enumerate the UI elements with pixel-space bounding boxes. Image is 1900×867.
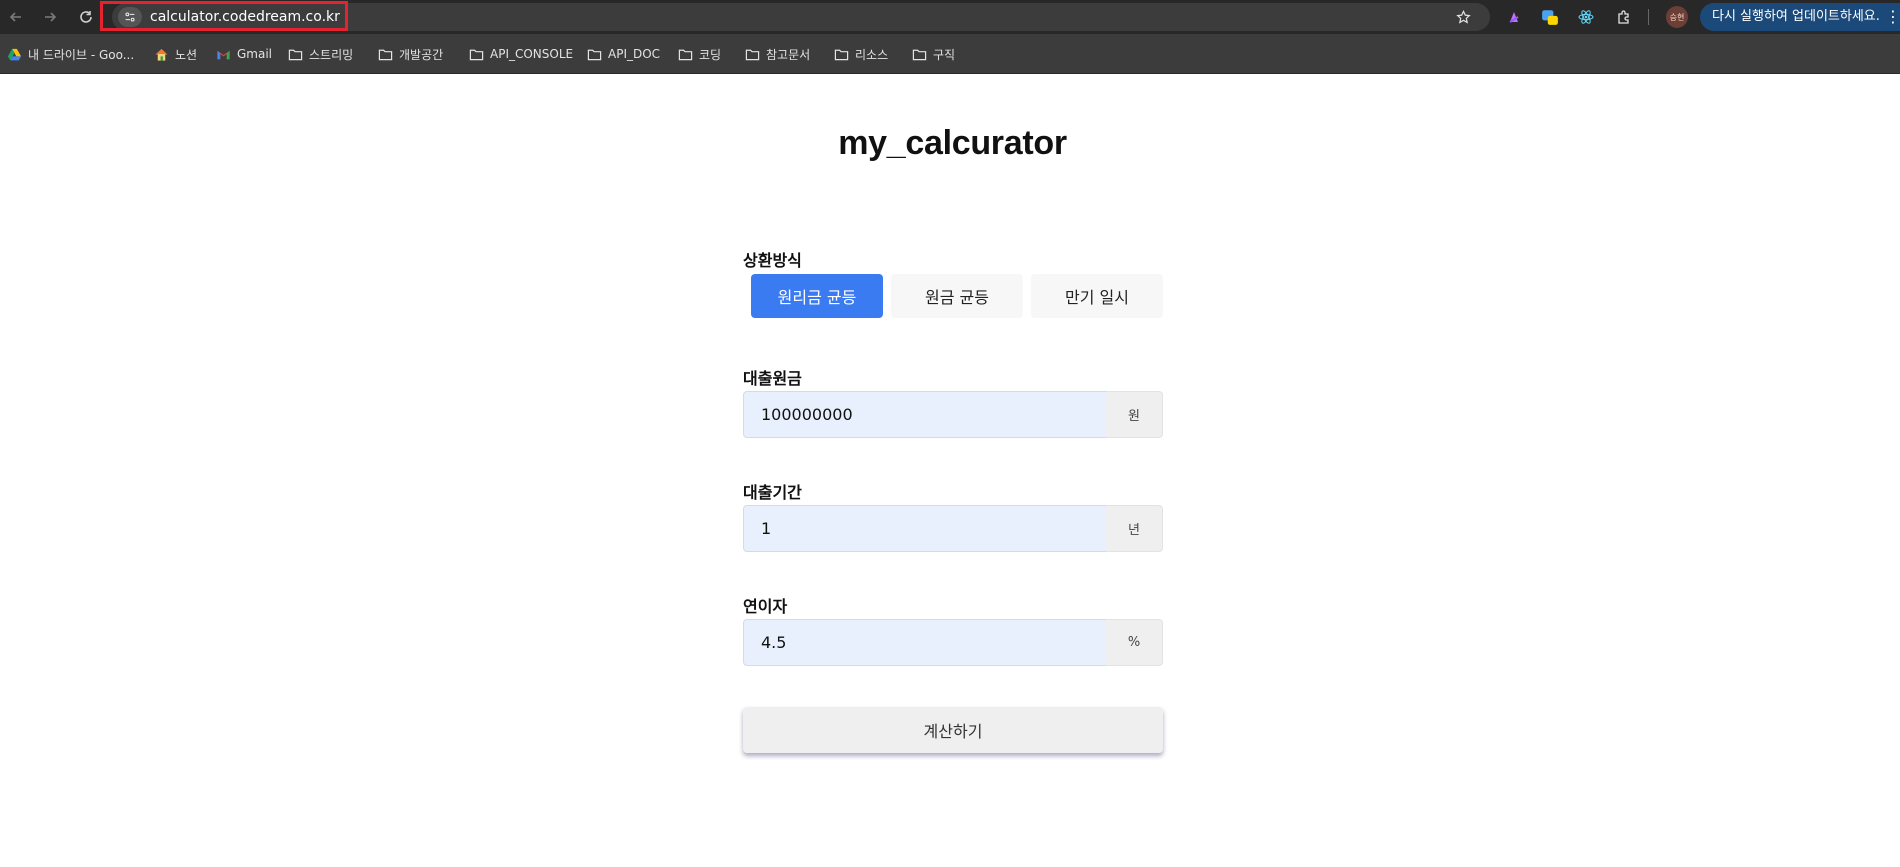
gmail-icon [215,46,231,62]
extension-react-icon[interactable] [1576,7,1596,27]
browser-toolbar: calculator.codedream.co.kr 승현 다시 실행하여 업데… [0,0,1900,34]
bookmark-folder-references[interactable]: 참고문서 [744,44,810,64]
principal-unit: 원 [1106,391,1163,438]
bookmark-folder-api-console[interactable]: API_CONSOLE [468,44,573,64]
profile-avatar[interactable]: 승현 [1666,6,1688,28]
bookmark-label: Gmail [237,47,273,61]
back-icon[interactable] [4,5,28,29]
folder-icon [586,46,602,62]
bookmark-label: 참고문서 [766,47,811,62]
bookmark-label: API_CONSOLE [490,47,574,61]
interest-input[interactable] [743,619,1107,666]
menu-kebab-icon[interactable]: ⋮ [1885,7,1900,27]
bookmark-folder-streaming[interactable]: 스트리밍 [287,44,353,64]
bookmark-label: 노션 [175,47,198,62]
bookmark-folder-resources[interactable]: 리소스 [833,44,888,64]
repayment-label: 상환방식 [743,251,802,270]
extensions-puzzle-icon[interactable] [1614,7,1634,27]
interest-field: % [743,619,1163,666]
bookmark-folder-coding[interactable]: 코딩 [677,44,721,64]
repayment-option-equal-payment[interactable]: 원리금 균등 [751,274,883,318]
bookmark-label: API_DOC [608,47,661,61]
bookmark-label: 리소스 [855,47,889,62]
url-highlight-box [100,1,348,31]
period-label: 대출기간 [743,483,802,502]
forward-icon[interactable] [38,5,62,29]
bookmark-folder-dev[interactable]: 개발공간 [377,44,443,64]
interest-label: 연이자 [743,597,788,616]
folder-icon [833,46,849,62]
update-label: 다시 실행하여 업데이트하세요. [1712,9,1880,24]
bookmark-label: 스트리밍 [309,47,354,62]
principal-input[interactable] [743,391,1107,438]
toolbar-divider [1648,9,1649,25]
page-title: my_calcurator [838,124,1067,162]
repayment-option-equal-principal[interactable]: 원금 균등 [891,274,1023,318]
extension-translate-icon[interactable] [1540,7,1560,27]
avatar-text: 승현 [1669,12,1685,22]
google-drive-icon [6,46,22,62]
folder-icon [744,46,760,62]
folder-icon [468,46,484,62]
period-unit: 년 [1106,505,1163,552]
bookmark-label: 내 드라이브 - Goo... [28,47,135,62]
extension-ai-icon[interactable] [1504,7,1524,27]
repayment-option-bullet[interactable]: 만기 일시 [1031,274,1163,318]
reload-icon[interactable] [74,5,98,29]
folder-icon [377,46,393,62]
notion-house-icon [153,46,169,62]
interest-unit: % [1106,619,1163,666]
update-button[interactable]: 다시 실행하여 업데이트하세요. [1700,3,1900,31]
period-input[interactable] [743,505,1107,552]
principal-field: 원 [743,391,1163,438]
bookmark-notion[interactable]: 노션 [153,44,197,64]
folder-icon [911,46,927,62]
bookmark-folder-api-doc[interactable]: API_DOC [586,44,660,64]
bookmark-gmail[interactable]: Gmail [215,44,272,64]
bookmark-label: 코딩 [699,47,722,62]
bookmark-label: 구직 [933,47,956,62]
bookmark-star-icon[interactable] [1452,6,1474,28]
bookmarks-bar: 내 드라이브 - Goo... 노션 Gmail 스트리밍 개발공간 API_C… [0,34,1900,74]
folder-icon [677,46,693,62]
bookmark-folder-jobs[interactable]: 구직 [911,44,955,64]
calculate-button[interactable]: 계산하기 [743,707,1163,753]
bookmark-label: 개발공간 [399,47,444,62]
folder-icon [287,46,303,62]
principal-label: 대출원금 [743,369,802,388]
bookmark-google-drive[interactable]: 내 드라이브 - Goo... [6,44,134,64]
period-field: 년 [743,505,1163,552]
